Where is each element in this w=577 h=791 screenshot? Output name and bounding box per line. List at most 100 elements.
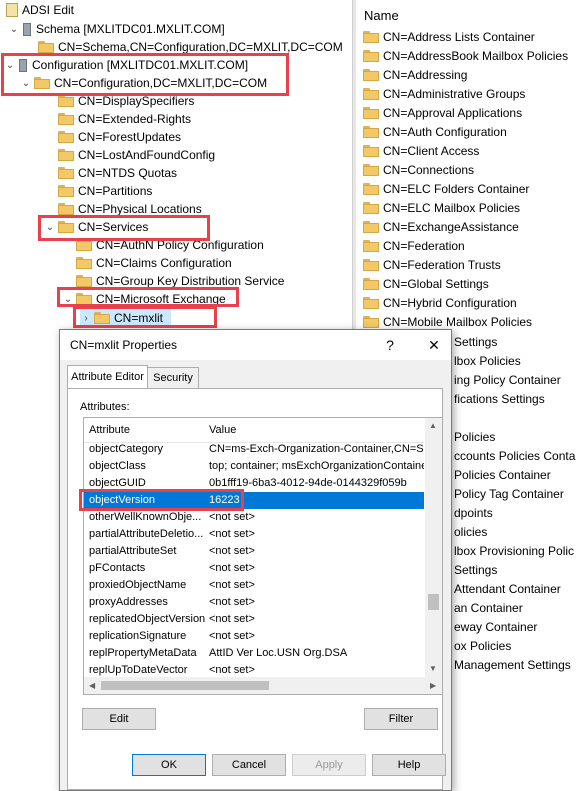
- highlight-box: [57, 287, 239, 307]
- list-item[interactable]: eway Container: [454, 617, 537, 636]
- scroll-right-icon[interactable]: ▶: [430, 681, 436, 690]
- list-item-label: Policy Tag Container: [454, 486, 564, 501]
- apply-button-label: Apply: [315, 759, 343, 771]
- attribute-row[interactable]: replicationSignature <not set>: [84, 628, 424, 645]
- list-item[interactable]: lbox Policies: [454, 351, 521, 370]
- list-item[interactable]: fications Settings: [454, 389, 545, 408]
- attributes-list[interactable]: Attribute Value objectCategory CN=ms-Exch…: [83, 417, 443, 695]
- list-item[interactable]: CN=Federation: [361, 236, 465, 255]
- list-item[interactable]: CN=AddressBook Mailbox Policies: [361, 46, 568, 65]
- tree-item-extended-rights[interactable]: CN=Extended-Rights: [44, 110, 191, 128]
- attribute-row[interactable]: proxyAddresses <not set>: [84, 594, 424, 611]
- vertical-scrollbar[interactable]: ▲ ▼: [425, 418, 442, 677]
- horizontal-scrollbar[interactable]: ◀ ▶: [84, 677, 442, 694]
- attribute-name: pFContacts: [89, 562, 146, 574]
- attributes-label: Attributes:: [80, 401, 130, 413]
- list-item[interactable]: Policy Tag Container: [454, 484, 564, 503]
- cancel-button[interactable]: Cancel: [212, 754, 286, 776]
- list-item[interactable]: ing Policy Container: [454, 370, 561, 389]
- attribute-row[interactable]: objectCategory CN=ms-Exch-Organization-Co…: [84, 441, 424, 458]
- attribute-name: objectGUID: [89, 477, 146, 489]
- close-icon[interactable]: ✕: [424, 335, 444, 355]
- list-item[interactable]: CN=Address Lists Container: [361, 27, 535, 46]
- attribute-value: <not set>: [209, 528, 255, 540]
- tree-item-ntds-quotas[interactable]: CN=NTDS Quotas: [44, 164, 177, 182]
- folder-icon: [363, 258, 379, 271]
- list-item[interactable]: Policies: [454, 427, 495, 446]
- attribute-row[interactable]: objectClass top; container; msExchOrganiz…: [84, 458, 424, 475]
- tree-item-label: CN=Partitions: [78, 184, 153, 198]
- attribute-row[interactable]: partialAttributeDeletio... <not set>: [84, 526, 424, 543]
- highlight-box: [38, 215, 210, 241]
- column-header-value[interactable]: Value: [209, 424, 236, 436]
- folder-icon: [76, 257, 92, 269]
- ok-button[interactable]: OK: [132, 754, 206, 776]
- list-item-label: CN=AddressBook Mailbox Policies: [383, 48, 569, 63]
- folder-icon: [363, 106, 379, 119]
- column-header-name[interactable]: Name: [356, 4, 577, 26]
- tree-item-label: CN=Extended-Rights: [78, 112, 192, 126]
- list-item-label: Settings: [454, 562, 498, 577]
- attribute-row[interactable]: replicatedObjectVersion <not set>: [84, 611, 424, 628]
- chevron-down-icon[interactable]: ⌄: [8, 23, 20, 35]
- list-item[interactable]: ox Policies: [454, 636, 511, 655]
- list-item-label: CN=ELC Mailbox Policies: [383, 200, 521, 215]
- folder-icon: [363, 296, 379, 309]
- list-item[interactable]: Settings: [454, 560, 497, 579]
- tree-item-forestupdates[interactable]: CN=ForestUpdates: [44, 128, 181, 146]
- apply-button[interactable]: Apply: [292, 754, 366, 776]
- list-item[interactable]: CN=Hybrid Configuration: [361, 293, 517, 312]
- list-item[interactable]: ccounts Policies Conta: [454, 446, 575, 465]
- list-item-label: CN=Approval Applications: [383, 105, 523, 120]
- server-icon: [23, 22, 31, 36]
- chevron-right-icon[interactable]: [24, 41, 36, 53]
- list-item[interactable]: lbox Provisioning Polic: [454, 541, 574, 560]
- list-item[interactable]: CN=ExchangeAssistance: [361, 217, 519, 236]
- list-item[interactable]: CN=Global Settings: [361, 274, 489, 293]
- list-item[interactable]: CN=Client Access: [361, 141, 479, 160]
- list-item[interactable]: Policies Container: [454, 465, 551, 484]
- list-item[interactable]: CN=Federation Trusts: [361, 255, 501, 274]
- list-item[interactable]: an Container: [454, 598, 523, 617]
- attribute-row[interactable]: partialAttributeSet <not set>: [84, 543, 424, 560]
- list-item[interactable]: olicies: [454, 522, 487, 541]
- list-item[interactable]: CN=Connections: [361, 160, 474, 179]
- column-header-attribute[interactable]: Attribute: [89, 424, 130, 436]
- tree-item-claims-configuration[interactable]: CN=Claims Configuration: [62, 254, 232, 272]
- list-item-label: CN=Federation Trusts: [383, 257, 501, 272]
- list-item[interactable]: CN=ELC Folders Container: [361, 179, 529, 198]
- tree-item-lostandfoundconfig[interactable]: CN=LostAndFoundConfig: [44, 146, 215, 164]
- list-item[interactable]: CN=Addressing: [361, 65, 467, 84]
- help-button[interactable]: Help: [372, 754, 446, 776]
- scrollbar-thumb[interactable]: [101, 681, 269, 690]
- scroll-down-icon[interactable]: ▼: [429, 664, 437, 673]
- tab-security[interactable]: Security: [147, 367, 199, 389]
- attribute-row[interactable]: otherWellKnownObje... <not set>: [84, 509, 424, 526]
- tree-root[interactable]: ADSI Edit: [4, 1, 74, 19]
- list-item-label: CN=Connections: [383, 162, 475, 177]
- attribute-row[interactable]: proxiedObjectName <not set>: [84, 577, 424, 594]
- list-item[interactable]: dpoints: [454, 503, 493, 522]
- attribute-row[interactable]: pFContacts <not set>: [84, 560, 424, 577]
- list-item[interactable]: Settings: [454, 332, 497, 351]
- attribute-row[interactable]: replPropertyMetaData AttID Ver Loc.USN Or…: [84, 645, 424, 662]
- dialog-title: CN=mxlit Properties: [70, 338, 178, 352]
- tree-item-schema[interactable]: ⌄ Schema [MXLITDC01.MXLIT.COM]: [8, 20, 225, 38]
- tab-attribute-editor[interactable]: Attribute Editor: [67, 365, 148, 388]
- list-item[interactable]: Attendant Container: [454, 579, 561, 598]
- list-item[interactable]: Management Settings: [454, 655, 571, 674]
- list-item[interactable]: CN=Approval Applications: [361, 103, 522, 122]
- dialog-titlebar[interactable]: CN=mxlit Properties ? ✕: [60, 330, 451, 360]
- scroll-left-icon[interactable]: ◀: [89, 681, 95, 690]
- tree-item-partitions[interactable]: CN=Partitions: [44, 182, 152, 200]
- list-item[interactable]: CN=ELC Mailbox Policies: [361, 198, 520, 217]
- edit-button[interactable]: Edit: [82, 708, 156, 730]
- scrollbar-thumb[interactable]: [428, 594, 439, 610]
- filter-button[interactable]: Filter: [364, 708, 438, 730]
- list-item[interactable]: CN=Administrative Groups: [361, 84, 525, 103]
- list-item[interactable]: CN=Auth Configuration: [361, 122, 507, 141]
- scroll-up-icon[interactable]: ▲: [429, 421, 437, 430]
- help-icon[interactable]: ?: [380, 335, 400, 355]
- attribute-name: objectClass: [89, 460, 146, 472]
- folder-icon: [58, 131, 74, 143]
